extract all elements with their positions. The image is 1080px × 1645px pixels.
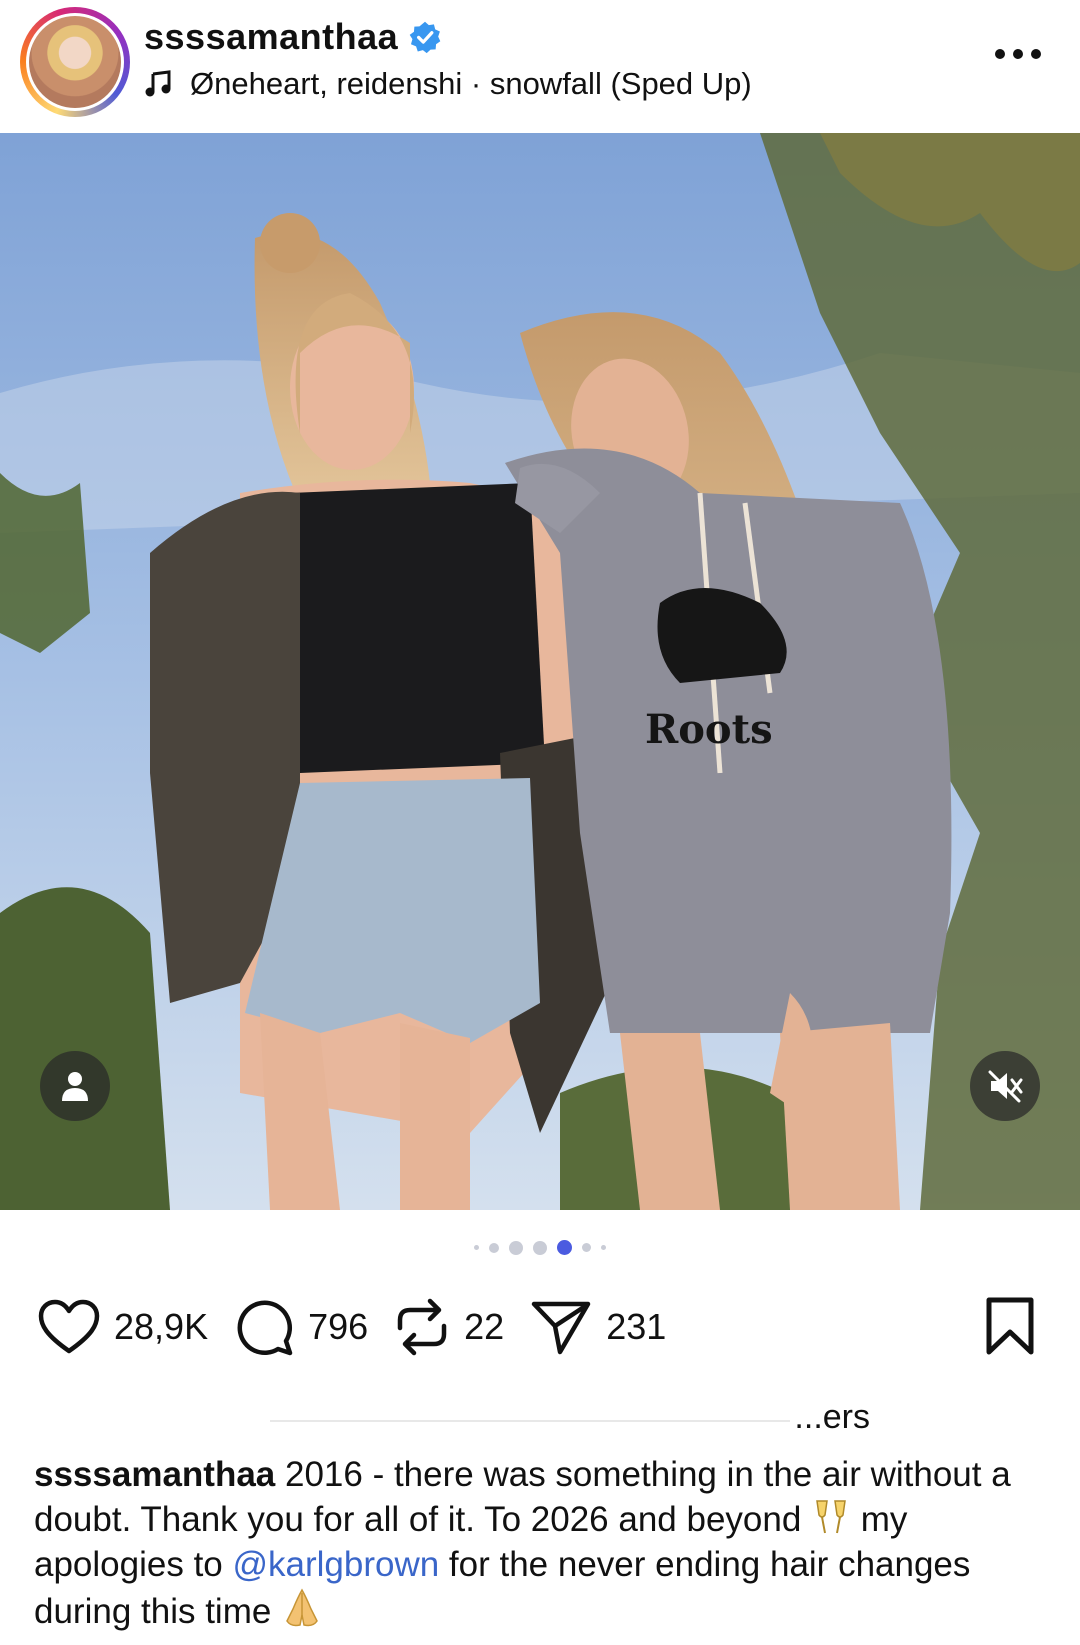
audio-row[interactable]: Øneheart, reidenshi · snowfall (Sped Up) xyxy=(144,66,752,102)
mute-icon xyxy=(988,1070,1023,1103)
action-bar: 28,9K 796 22 231 xyxy=(38,1296,692,1358)
share-icon xyxy=(531,1301,591,1355)
comment-icon xyxy=(237,1300,293,1356)
bookmark-icon xyxy=(986,1297,1034,1355)
bookmark-button[interactable] xyxy=(984,1296,1036,1361)
liked-by-text[interactable]: ...ers xyxy=(794,1398,870,1437)
username[interactable]: ssssamanthaa xyxy=(144,16,398,58)
share-button[interactable]: 231 xyxy=(530,1298,666,1356)
carousel-dot xyxy=(601,1245,606,1250)
carousel-dot xyxy=(582,1243,591,1252)
tag-people-button[interactable] xyxy=(40,1051,110,1121)
music-note-icon xyxy=(145,70,171,97)
carousel-indicator xyxy=(0,1240,1080,1255)
roots-logo-text: Roots xyxy=(645,706,773,753)
user-tag-icon xyxy=(62,1072,88,1101)
carousel-dot xyxy=(509,1240,523,1255)
caption: ssssamanthaa 2016 - there was something … xyxy=(34,1452,1044,1634)
carousel-dot-active xyxy=(557,1240,572,1255)
repost-button[interactable]: 22 xyxy=(394,1296,504,1358)
comment-count: 796 xyxy=(308,1306,369,1347)
photo-illustration: Roots xyxy=(0,133,1080,1210)
mute-button[interactable] xyxy=(970,1051,1040,1121)
share-count: 231 xyxy=(606,1306,667,1347)
comment-button[interactable]: 796 xyxy=(234,1297,368,1357)
avatar[interactable] xyxy=(20,7,130,117)
carousel-dot xyxy=(533,1240,547,1255)
post-photo[interactable]: Roots xyxy=(0,133,1080,1210)
more-icon[interactable] xyxy=(992,44,1044,64)
heart-icon xyxy=(38,1299,100,1354)
post-header: ssssamanthaa Øneheart, reidenshi · snowf… xyxy=(0,0,1080,132)
caption-username[interactable]: ssssamanthaa xyxy=(34,1455,275,1494)
like-count: 28,9K xyxy=(114,1306,209,1347)
like-button[interactable]: 28,9K xyxy=(38,1299,208,1355)
liked-by-obscured xyxy=(270,1420,790,1422)
username-row: ssssamanthaa xyxy=(144,16,442,58)
champagne-icon xyxy=(816,1500,846,1534)
audio-track-label: Øneheart, reidenshi · snowfall (Sped Up) xyxy=(190,66,752,101)
carousel-dot xyxy=(489,1242,499,1253)
verified-badge-icon xyxy=(409,21,441,54)
repost-icon xyxy=(397,1298,447,1356)
carousel-dot xyxy=(474,1245,479,1250)
praying-hands-icon xyxy=(286,1588,318,1627)
repost-count: 22 xyxy=(464,1306,505,1347)
caption-mention[interactable]: @karlgbrown xyxy=(232,1545,439,1584)
